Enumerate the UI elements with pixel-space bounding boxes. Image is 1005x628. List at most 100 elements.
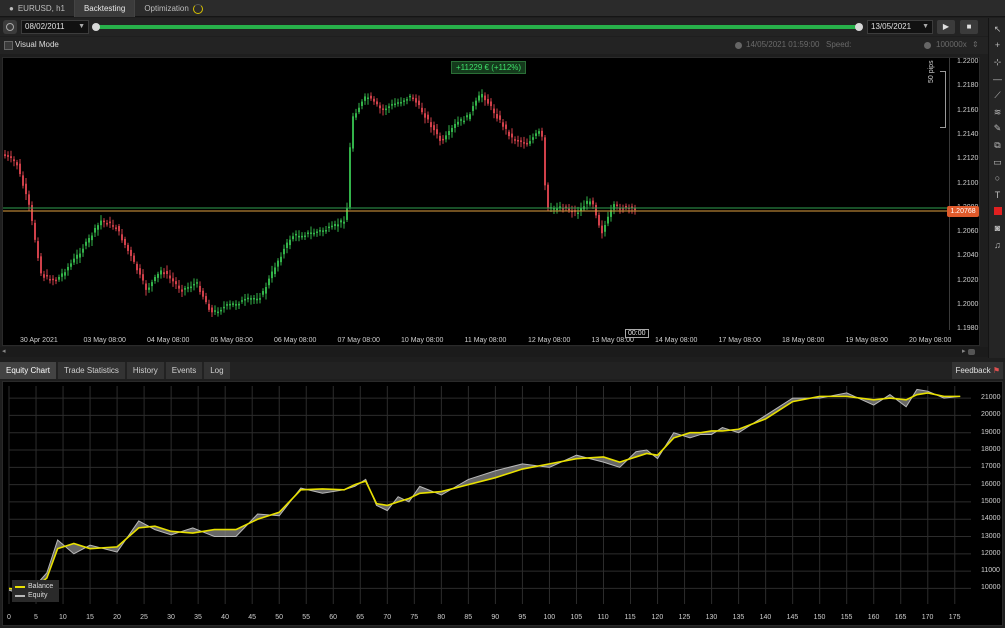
candle-body [625,205,627,208]
candle-body [34,222,36,240]
chart-scrollbar[interactable]: ◂ ▸ [0,347,988,357]
chevron-down-icon: ▼ [78,23,85,30]
candle-body [586,200,588,204]
scroll-thumb[interactable] [968,349,975,355]
feedback-button[interactable]: Feedback ⚑ [952,362,1003,379]
equity-x-tick-label: 120 [651,614,664,621]
tab-optimization[interactable]: Optimization [135,0,211,17]
tab-trade-statistics[interactable]: Trade Statistics [58,362,125,379]
time-slider-handle[interactable] [735,42,742,49]
candle-body [244,298,246,301]
candle-body [280,256,282,263]
zoom-icon[interactable]: ⊹ [992,57,1003,68]
candle-body [268,278,270,286]
candle-body [526,142,528,145]
candle-body [460,119,462,121]
circle-icon[interactable]: ○ [992,173,1003,184]
color-icon[interactable] [992,206,1003,217]
scroll-right-icon[interactable]: ▸ [962,347,966,355]
candle-body [22,175,24,186]
candle-body [49,279,51,281]
price-chart[interactable]: 1.2200 1.2180 1.2160 1.2140 1.2120 1.2100 1.20… [2,57,980,346]
tab-symbol[interactable]: ● EURUSD, h1 [0,0,74,17]
time-tick-label: 07 May 08:00 [337,337,380,344]
end-date-picker[interactable]: 13/05/2021 ▼ [867,20,933,34]
speed-stepper-icon[interactable]: ⇕ [972,40,979,49]
backtest-progress-track[interactable] [96,25,859,29]
candle-body [418,100,420,106]
tab-equity-chart[interactable]: Equity Chart [0,362,57,379]
feedback-label: Feedback [955,366,991,375]
trend-line-icon[interactable]: ⟋ [992,90,1003,101]
equity-y-tick-label: 19000 [981,428,1001,436]
equity-x-tick-label: 85 [464,614,473,621]
shapes-icon[interactable]: ⧉ [992,140,1003,151]
candle-body [94,227,96,233]
cursor-icon[interactable]: ↖ [992,24,1003,35]
candle-body [112,225,114,227]
pen-icon[interactable]: ✎ [992,123,1003,134]
candle-body [100,220,102,226]
bottom-tab-bar: Equity Chart Trade Statistics History Ev… [0,362,1005,379]
candle-body [136,263,138,271]
stop-button[interactable]: ■ [960,20,978,34]
price-tick-label: 1.2140 [957,130,979,138]
candle-body [457,121,459,125]
candle-body [424,113,426,118]
tab-backtesting[interactable]: Backtesting [73,0,136,17]
candle-body [295,233,297,236]
equity-x-tick-label: 170 [921,614,934,621]
candle-body [79,253,81,258]
candle-body [298,235,300,238]
equity-x-tick-label: 100 [543,614,556,621]
candle-body [157,273,159,278]
candle-body [82,248,84,253]
current-time-value: 14/05/2021 01:59:00 [746,40,820,49]
tab-events[interactable]: Events [165,362,203,379]
candle-body [205,296,207,303]
candle-body [28,194,30,205]
text-icon[interactable]: T [992,190,1003,201]
settings-button[interactable] [3,20,17,34]
tab-optimization-label: Optimization [144,4,189,13]
candle-body [148,287,150,290]
candle-body [517,139,519,142]
rectangle-icon[interactable]: ▭ [992,157,1003,168]
tab-log[interactable]: Log [204,362,230,379]
range-end-handle[interactable] [855,23,863,31]
price-tick-label: 1.2160 [957,106,979,114]
stop-icon: ■ [966,22,972,31]
visual-mode-checkbox[interactable] [4,41,13,50]
camera-icon[interactable]: ◙ [992,223,1003,234]
candle-body [115,227,117,230]
candle-body [4,154,6,157]
horizontal-line-icon[interactable]: — [992,74,1003,85]
play-button[interactable]: ▶ [937,20,955,34]
candle-body [400,102,402,104]
candle-body [76,254,78,259]
candle-body [181,289,183,292]
candle-body [592,200,594,205]
start-date-value: 08/02/2011 [25,22,65,31]
candle-body [55,279,57,282]
start-date-picker[interactable]: 08/02/2011 ▼ [21,20,89,34]
candle-body [403,100,405,102]
equity-chart: 10000 11000 12000 13000 14000 15000 16000 17000… [2,381,1003,626]
tab-history[interactable]: History [126,362,164,379]
equity-x-tick-label: 110 [597,614,609,621]
equity-y-tick-label: 13000 [981,532,1001,540]
crosshair-icon[interactable]: + [992,40,1003,51]
equity-x-tick-label: 115 [624,614,636,621]
candle-body [91,235,93,241]
candle-body [445,135,447,140]
candle-body [451,127,453,132]
range-start-handle[interactable] [92,23,100,31]
bell-icon[interactable]: ♫ [992,240,1003,251]
candle-body [514,139,516,141]
scroll-left-icon[interactable]: ◂ [2,347,6,355]
fibonacci-icon[interactable]: ≋ [992,107,1003,118]
candle-body [568,208,570,211]
speed-slider-handle[interactable] [924,42,931,49]
candle-body [340,220,342,223]
candle-body [364,96,366,101]
